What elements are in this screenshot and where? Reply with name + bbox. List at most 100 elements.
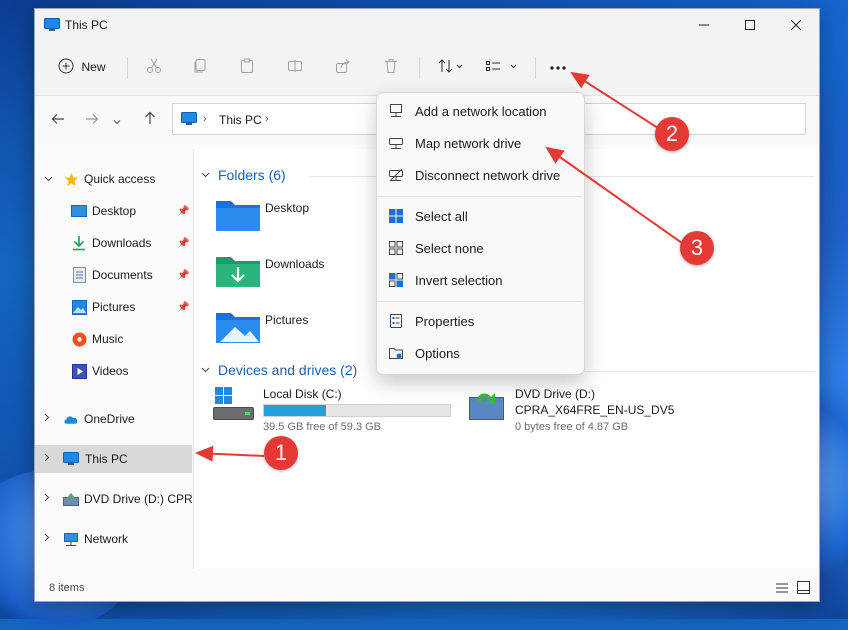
menu-item-add-network-location[interactable]: Add a network location — [381, 97, 580, 125]
desktop-icon — [71, 203, 87, 219]
chevron-right-icon[interactable]: › — [265, 113, 269, 125]
menu-item-disconnect-network-drive[interactable]: Disconnect network drive — [381, 161, 580, 189]
folder-label: Pictures — [265, 313, 309, 327]
navigation-pane: Quick access Desktop 📌 Downloads 📌 Docum… — [35, 149, 194, 569]
forward-button[interactable] — [79, 107, 105, 133]
picture-icon — [71, 299, 87, 315]
sidebar-item-label: Documents — [92, 268, 153, 282]
this-pc-icon — [181, 112, 197, 129]
tiles-view-button[interactable] — [797, 581, 810, 597]
arrow-right-icon — [85, 112, 99, 129]
recent-locations-button[interactable] — [109, 107, 125, 133]
sidebar-item-quick-access[interactable]: Quick access — [35, 166, 192, 192]
up-button[interactable] — [137, 107, 163, 133]
folder-label: Downloads — [265, 257, 325, 271]
status-bar: 8 items — [35, 576, 819, 601]
cut-button[interactable] — [139, 52, 169, 82]
sidebar-item-label: Desktop — [92, 204, 137, 218]
chevron-right-icon[interactable] — [44, 413, 50, 425]
drive-tile-local-disk[interactable]: Local Disk (C:) 39.5 GB free of 59.3 GB — [213, 385, 463, 433]
paste-button[interactable] — [232, 52, 262, 82]
sort-icon — [438, 58, 464, 77]
menu-item-select-none[interactable]: Select none — [381, 234, 580, 262]
address-location: This PC — [219, 113, 262, 127]
menu-divider — [377, 301, 582, 302]
drives-group-header[interactable]: Devices and drives (2) — [201, 362, 357, 378]
map-drive-icon — [387, 134, 405, 152]
folder-tile-downloads[interactable]: Downloads — [215, 252, 375, 292]
menu-item-map-network-drive[interactable]: Map network drive — [381, 129, 580, 157]
pin-icon: 📌 — [177, 205, 190, 217]
menu-item-label: Select all — [415, 208, 468, 224]
back-button[interactable] — [45, 107, 71, 133]
callout-badge-1: 1 — [264, 436, 298, 470]
folder-options-icon — [387, 344, 405, 362]
sidebar-item-music[interactable]: Music — [35, 326, 192, 352]
rename-icon — [287, 58, 303, 77]
sidebar-item-dvd-drive[interactable]: DVD Drive (D:) CPRA — [35, 486, 192, 512]
chevron-right-icon[interactable] — [44, 493, 50, 505]
sidebar-item-downloads[interactable]: Downloads 📌 — [35, 230, 192, 256]
drive-name: Local Disk (C:) — [263, 387, 342, 401]
sidebar-item-label: DVD Drive (D:) CPRA — [84, 492, 192, 506]
folders-group-header[interactable]: Folders (6) — [201, 167, 286, 183]
network-location-icon — [387, 102, 405, 120]
drives-group-label: Devices and drives (2) — [218, 362, 358, 378]
download-icon — [71, 235, 87, 251]
sidebar-item-label: Downloads — [92, 236, 152, 250]
menu-item-options[interactable]: Options — [381, 339, 580, 367]
document-icon — [71, 267, 87, 283]
trash-icon — [383, 58, 399, 77]
view-button[interactable] — [481, 52, 521, 82]
see-more-button[interactable] — [543, 52, 573, 82]
chevron-right-icon: › — [203, 113, 207, 125]
sort-button[interactable] — [431, 52, 471, 82]
drive-tile-dvd[interactable]: DVD Drive (D:) CPRA_X64FRE_EN-US_DV5 0 b… — [467, 385, 697, 433]
chevron-right-icon[interactable] — [44, 453, 50, 465]
invert-selection-icon — [387, 271, 405, 289]
sidebar-item-desktop[interactable]: Desktop 📌 — [35, 198, 192, 224]
minimize-button[interactable] — [681, 9, 727, 41]
chevron-down-icon[interactable] — [44, 174, 53, 185]
this-pc-icon — [44, 18, 60, 35]
rename-button[interactable] — [280, 52, 310, 82]
chevron-down-icon — [201, 365, 210, 376]
toolbar-divider — [419, 57, 420, 79]
new-button[interactable]: New — [47, 52, 117, 82]
share-icon — [335, 58, 351, 77]
arrow-up-icon — [144, 111, 156, 129]
menu-item-properties[interactable]: Properties — [381, 307, 580, 335]
see-more-menu: Add a network location Map network drive… — [376, 92, 585, 375]
chevron-right-icon[interactable] — [44, 533, 50, 545]
title-bar: This PC — [35, 9, 819, 41]
menu-item-label: Add a network location — [415, 103, 547, 119]
menu-item-invert-selection[interactable]: Invert selection — [381, 266, 580, 294]
menu-item-select-all[interactable]: Select all — [381, 202, 580, 230]
folder-tile-pictures[interactable]: Pictures — [215, 308, 375, 348]
desktop-folder-icon — [215, 196, 261, 235]
network-icon — [63, 531, 79, 547]
close-button[interactable] — [773, 9, 819, 41]
copy-button[interactable] — [185, 52, 215, 82]
scissors-icon — [146, 58, 162, 77]
details-view-button[interactable] — [775, 582, 789, 597]
drive-free-space: 0 bytes free of 4.87 GB — [515, 421, 629, 433]
sidebar-item-label: Videos — [92, 364, 129, 378]
drive-usage-fill — [264, 405, 327, 416]
delete-button[interactable] — [376, 52, 406, 82]
share-button[interactable] — [328, 52, 358, 82]
sidebar-item-pictures[interactable]: Pictures 📌 — [35, 294, 192, 320]
sidebar-item-documents[interactable]: Documents 📌 — [35, 262, 192, 288]
menu-item-label: Invert selection — [415, 272, 503, 288]
sidebar-item-network[interactable]: Network — [35, 526, 192, 552]
folders-group-label: Folders (6) — [218, 167, 286, 183]
sidebar-item-this-pc[interactable]: This PC — [35, 445, 192, 473]
folder-tile-desktop[interactable]: Desktop — [215, 196, 375, 236]
menu-divider — [377, 196, 582, 197]
pin-icon: 📌 — [177, 237, 190, 249]
windows-drive-icon — [213, 385, 255, 428]
sidebar-item-onedrive[interactable]: OneDrive — [35, 406, 192, 432]
maximize-button[interactable] — [727, 9, 773, 41]
sidebar-item-videos[interactable]: Videos — [35, 358, 192, 384]
music-icon — [71, 331, 87, 347]
